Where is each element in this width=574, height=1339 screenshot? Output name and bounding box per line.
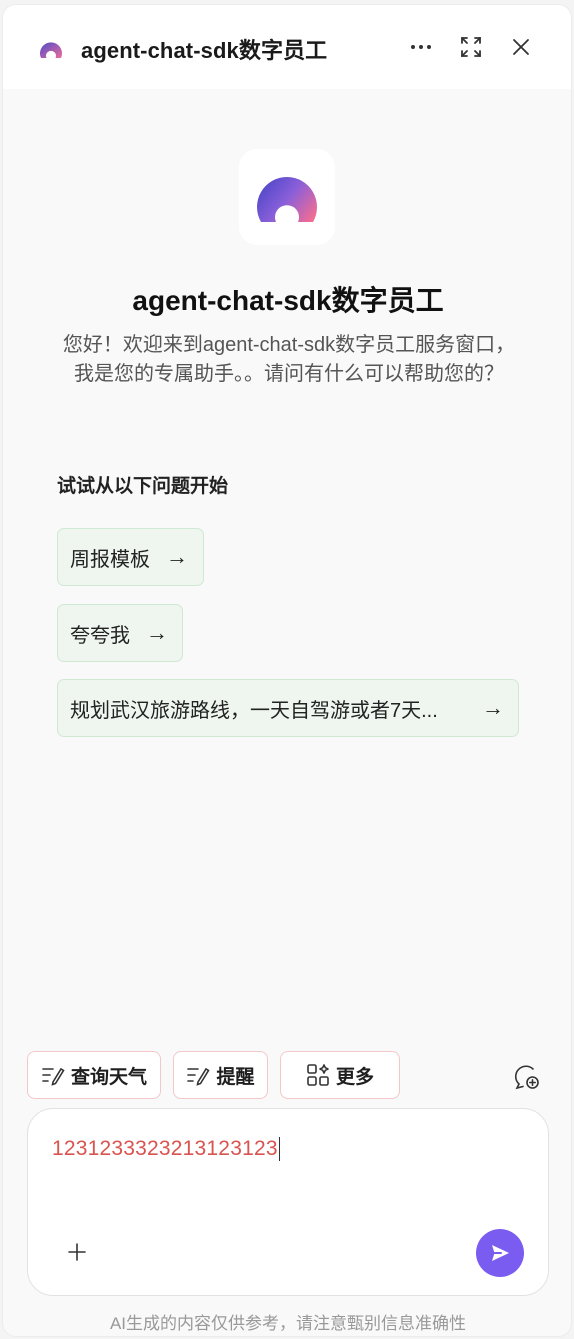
- arrow-right-icon: →: [482, 695, 504, 720]
- fullscreen-icon: [461, 37, 481, 57]
- close-button[interactable]: [507, 33, 535, 61]
- suggestion-label: 周报模板: [70, 548, 150, 571]
- suggestion-label: 规划武汉旅游路线，一天自驾游或者7天...: [70, 699, 438, 722]
- chat-window: agent-chat-sdk数字员工 agent-chat-sdk数字员工 您好…: [2, 4, 572, 1337]
- suggestion-item[interactable]: 夸夸我 →: [57, 604, 183, 662]
- disclaimer: AI生成的内容仅供参考，请注意甄别信息准确性: [109, 1314, 467, 1333]
- logo-icon: [40, 42, 62, 58]
- fullscreen-button[interactable]: [457, 33, 485, 61]
- suggestions-title: 试试从以下问题开始: [57, 476, 229, 497]
- arrow-right-icon: →: [146, 620, 168, 645]
- message-input[interactable]: 123123332321312312​3: [52, 1137, 280, 1161]
- suggestion-item[interactable]: 规划武汉旅游路线，一天自驾游或者7天... →: [57, 679, 519, 737]
- bot-name: agent-chat-sdk数字员工: [132, 285, 444, 316]
- tool-more-button[interactable]: 更多: [280, 1051, 400, 1099]
- new-chat-icon[interactable]: [513, 1063, 541, 1091]
- edit-lines-icon: [42, 1067, 65, 1086]
- send-button[interactable]: [476, 1229, 524, 1277]
- window-title: agent-chat-sdk数字员工: [81, 38, 328, 63]
- logo-icon: [257, 177, 317, 222]
- bot-avatar: [239, 149, 335, 245]
- more-button[interactable]: [407, 33, 435, 61]
- edit-lines-icon: [187, 1067, 211, 1086]
- more-icon: [411, 45, 431, 49]
- tool-reminder-button[interactable]: 提醒: [173, 1051, 268, 1099]
- suggestion-item[interactable]: 周报模板 →: [57, 528, 204, 586]
- header: agent-chat-sdk数字员工: [3, 5, 571, 89]
- apps-icon: [307, 1064, 329, 1086]
- plus-icon[interactable]: [66, 1241, 88, 1263]
- arrow-right-icon: →: [166, 544, 188, 569]
- welcome-message: 您好！欢迎来到agent-chat-sdk数字员工服务窗口，我是您的专属助手。。…: [62, 334, 516, 385]
- close-icon: [513, 39, 529, 55]
- tool-label: 提醒: [216, 1066, 255, 1088]
- suggestion-label: 夸夸我: [70, 624, 130, 647]
- tool-weather-button[interactable]: 查询天气: [27, 1051, 161, 1099]
- composer: 123123332321312312​3: [27, 1108, 549, 1296]
- tool-label: 查询天气: [70, 1066, 147, 1088]
- send-icon: [492, 1245, 509, 1261]
- tool-label: 更多: [335, 1066, 374, 1088]
